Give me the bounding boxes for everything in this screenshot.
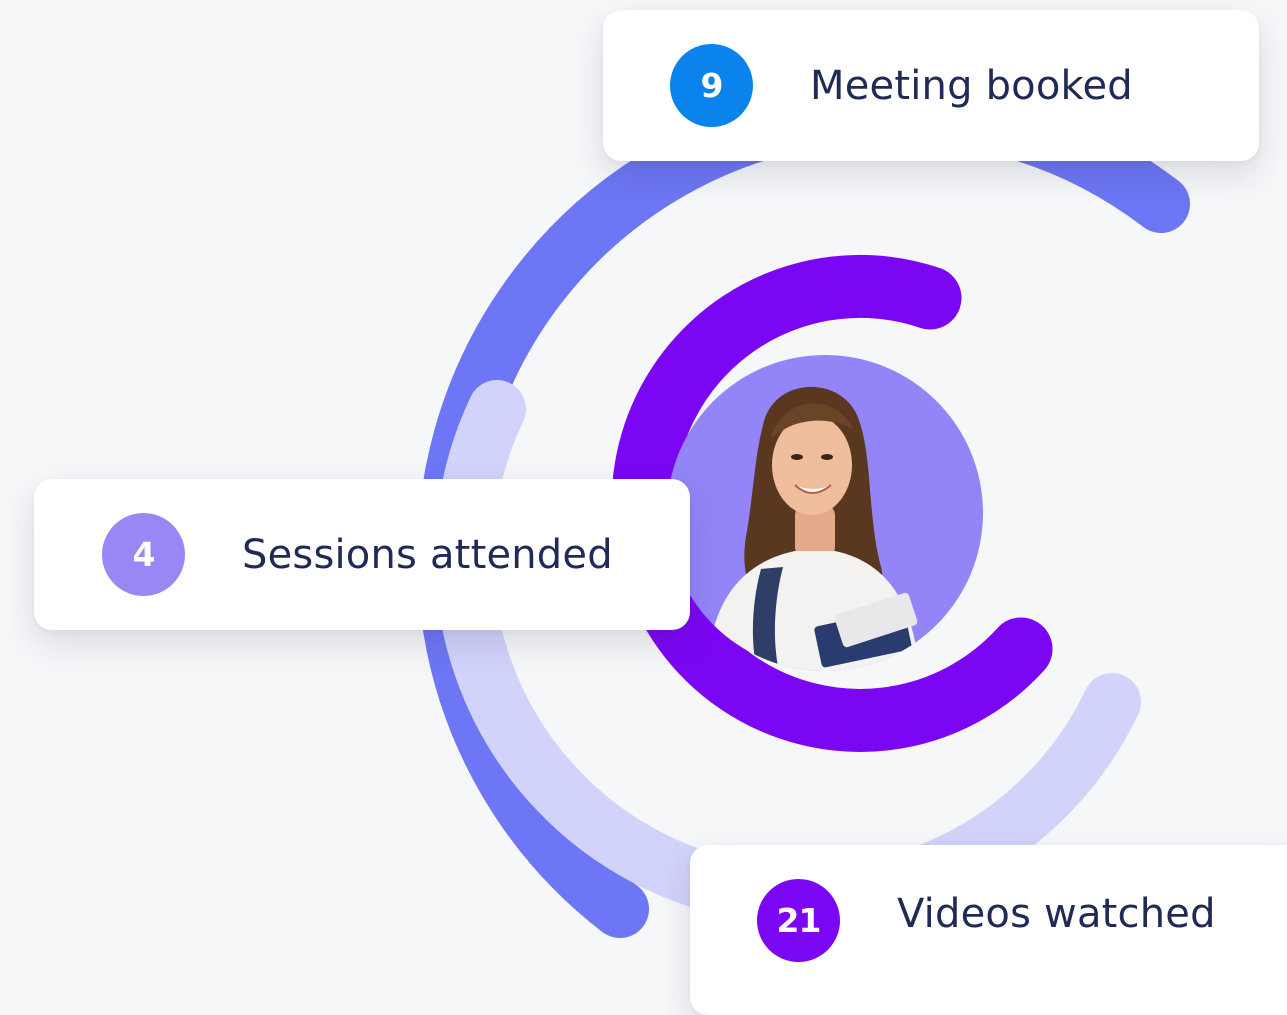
avatar [667, 355, 983, 671]
sessions-stat-card: 4 Sessions attended [34, 479, 690, 630]
videos-label: Videos watched [897, 891, 1216, 937]
videos-stat-card: 21 Videos watched [690, 845, 1287, 1015]
sessions-label: Sessions attended [242, 531, 613, 578]
sessions-count-badge: 4 [102, 513, 185, 596]
meetings-label: Meeting booked [810, 62, 1133, 109]
meetings-count-badge: 9 [670, 44, 753, 127]
meetings-stat-card: 9 Meeting booked [603, 10, 1259, 161]
stats-illustration: 9 Meeting booked 4 Sessions attended 21 … [0, 0, 1287, 1015]
videos-count-badge: 21 [757, 879, 840, 962]
